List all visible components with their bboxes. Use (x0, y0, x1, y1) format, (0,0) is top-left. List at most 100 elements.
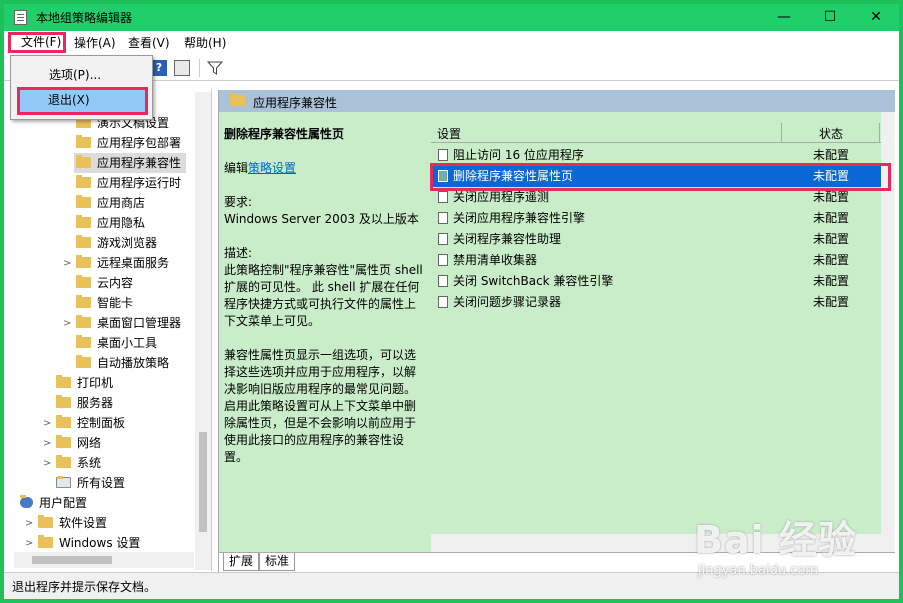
column-divider (879, 123, 880, 143)
pane-header-title: 应用程序兼容性 (253, 96, 338, 110)
tree-item[interactable]: 所有设置 (56, 473, 125, 493)
policy-setting-icon (438, 233, 448, 245)
maximize-button[interactable]: ☐ (807, 4, 853, 31)
policy-setting-icon (438, 212, 448, 224)
tree-item[interactable]: 智能卡 (76, 293, 133, 313)
menu-bar: 文件(F) 操作(A) 查看(V) 帮助(H) (4, 31, 899, 53)
tree-item[interactable]: 软件设置 (38, 513, 107, 533)
tree-item[interactable]: 应用程序包部署 (76, 133, 181, 153)
watermark-url: jingyan.baidu.com (698, 563, 818, 578)
tree-item[interactable]: 控制面板 (56, 413, 125, 433)
scrollbar-thumb[interactable] (32, 556, 112, 564)
folder-icon (76, 215, 91, 228)
folder-icon (76, 175, 91, 188)
column-setting[interactable]: 设置 (437, 125, 461, 142)
tree-item[interactable]: 服务器 (56, 393, 113, 413)
tree-pane: 演示文稿设置 应用程序包部署 应用程序兼容性 应用程序运行时 应用商店 应用隐私… (8, 89, 212, 571)
show-hide-pane-icon[interactable] (174, 60, 190, 76)
tree-item[interactable]: 云内容 (76, 273, 133, 293)
list-item[interactable]: 禁用清单收集器 未配置 (431, 250, 893, 271)
policy-description: 删除程序兼容性属性页 编辑策略设置 要求: Windows Server 2003… (224, 126, 424, 483)
menu-help[interactable]: 帮助(H) (184, 34, 226, 51)
watermark-logo: Bai 经验 jingyan.baidu.com (694, 509, 894, 589)
folder-icon (230, 93, 245, 106)
menu-file[interactable]: 文件(F) (8, 32, 66, 53)
tree-item[interactable]: 游戏浏览器 (76, 233, 157, 253)
policy-setting-icon (438, 296, 448, 308)
list-item[interactable]: 关闭问题步骤记录器 未配置 (431, 292, 893, 313)
pane-header: 应用程序兼容性 (219, 90, 895, 112)
list-item[interactable]: 关闭应用程序兼容性引擎 未配置 (431, 208, 893, 229)
edit-policy-link[interactable]: 策略设置 (248, 161, 296, 175)
folder-icon (56, 415, 71, 428)
description-paragraph-1: 此策略控制"程序兼容性"属性页 shell 扩展的可见性。 此 shell 扩展… (224, 263, 423, 328)
chevron-right-icon[interactable]: > (63, 258, 71, 269)
chevron-right-icon[interactable]: > (25, 538, 33, 549)
list-item[interactable]: 关闭程序兼容性助理 未配置 (431, 229, 893, 250)
tree-item[interactable]: 系统 (56, 453, 101, 473)
tree-item[interactable]: 应用程序运行时 (76, 173, 181, 193)
tree-item[interactable]: 远程桌面服务 (76, 253, 169, 273)
description-paragraph-2: 兼容性属性页显示一组选项，可以选择这些选项并应用于应用程序，以解决影响旧版应用程… (224, 348, 417, 464)
tree-item[interactable]: 用户配置 (20, 493, 87, 513)
watermark-brand: Bai 经验 (694, 518, 857, 562)
menu-option-options[interactable]: 选项(P)... (49, 66, 101, 83)
folder-icon (76, 295, 91, 308)
title-bar: 本地组策略编辑器 — ☐ ✕ (4, 4, 899, 31)
tree-horizontal-scrollbar[interactable] (14, 552, 194, 568)
menu-action[interactable]: 操作(A) (74, 34, 116, 51)
toolbar-divider (199, 59, 200, 77)
requirements: 要求: Windows Server 2003 及以上版本 (224, 195, 419, 226)
column-divider (781, 123, 782, 143)
policy-setting-icon (438, 275, 448, 287)
tree-item-selected[interactable]: 应用程序兼容性 (74, 153, 186, 173)
tree-item[interactable]: 自动播放策略 (76, 353, 169, 373)
tree-item[interactable]: 打印机 (56, 373, 113, 393)
chevron-right-icon[interactable]: > (43, 418, 51, 429)
folder-icon (38, 535, 53, 548)
close-button[interactable]: ✕ (853, 4, 899, 31)
filter-icon[interactable] (207, 60, 223, 76)
help-icon[interactable]: ? (151, 60, 167, 76)
status-text: 退出程序并提示保存文档。 (12, 580, 157, 594)
folder-icon (56, 435, 71, 448)
folder-icon (76, 195, 91, 208)
folder-icon (76, 255, 91, 268)
tree-item[interactable]: Windows 设置 (38, 533, 140, 553)
chevron-right-icon[interactable]: > (43, 458, 51, 469)
policy-setting-icon (438, 149, 448, 161)
description-title: 删除程序兼容性属性页 (224, 127, 345, 141)
tab-standard[interactable]: 标准 (259, 553, 296, 571)
tree-item[interactable]: 网络 (56, 433, 101, 453)
folder-icon (76, 335, 91, 348)
tree-item[interactable]: 应用商店 (76, 193, 145, 213)
tab-extended[interactable]: 扩展 (223, 553, 260, 571)
column-state[interactable]: 状态 (819, 125, 843, 142)
scrollbar-thumb[interactable] (199, 432, 207, 532)
minimize-button[interactable]: — (761, 4, 807, 31)
folder-icon (76, 355, 91, 368)
tree-item[interactable]: 桌面窗口管理器 (76, 313, 181, 333)
menu-view[interactable]: 查看(V) (128, 34, 170, 51)
folder-icon (56, 455, 71, 468)
chevron-right-icon[interactable]: > (25, 518, 33, 529)
tree-vertical-scrollbar[interactable] (195, 92, 211, 570)
list-item[interactable]: 关闭 SwitchBack 兼容性引擎 未配置 (431, 271, 893, 292)
folder-icon (76, 235, 91, 248)
tree-item[interactable]: 桌面小工具 (76, 333, 157, 353)
menu-option-exit[interactable]: 退出(X) (17, 87, 148, 115)
folder-icon (76, 155, 91, 168)
policy-setting-icon (438, 191, 448, 203)
edit-policy-line: 编辑策略设置 (224, 161, 297, 175)
chevron-right-icon[interactable]: > (43, 438, 51, 449)
folder-icon (76, 275, 91, 288)
description-label: 描述: (224, 246, 253, 260)
selected-row-highlight (430, 163, 891, 191)
chevron-right-icon[interactable]: > (63, 318, 71, 329)
folder-icon (56, 375, 71, 388)
tree-item[interactable]: 应用隐私 (76, 213, 145, 233)
policy-editor-icon (14, 10, 27, 25)
folder-icon (76, 315, 91, 328)
folder-icon (38, 515, 53, 528)
details-pane: 应用程序兼容性 删除程序兼容性属性页 编辑策略设置 要求: Windows Ser… (218, 90, 895, 572)
